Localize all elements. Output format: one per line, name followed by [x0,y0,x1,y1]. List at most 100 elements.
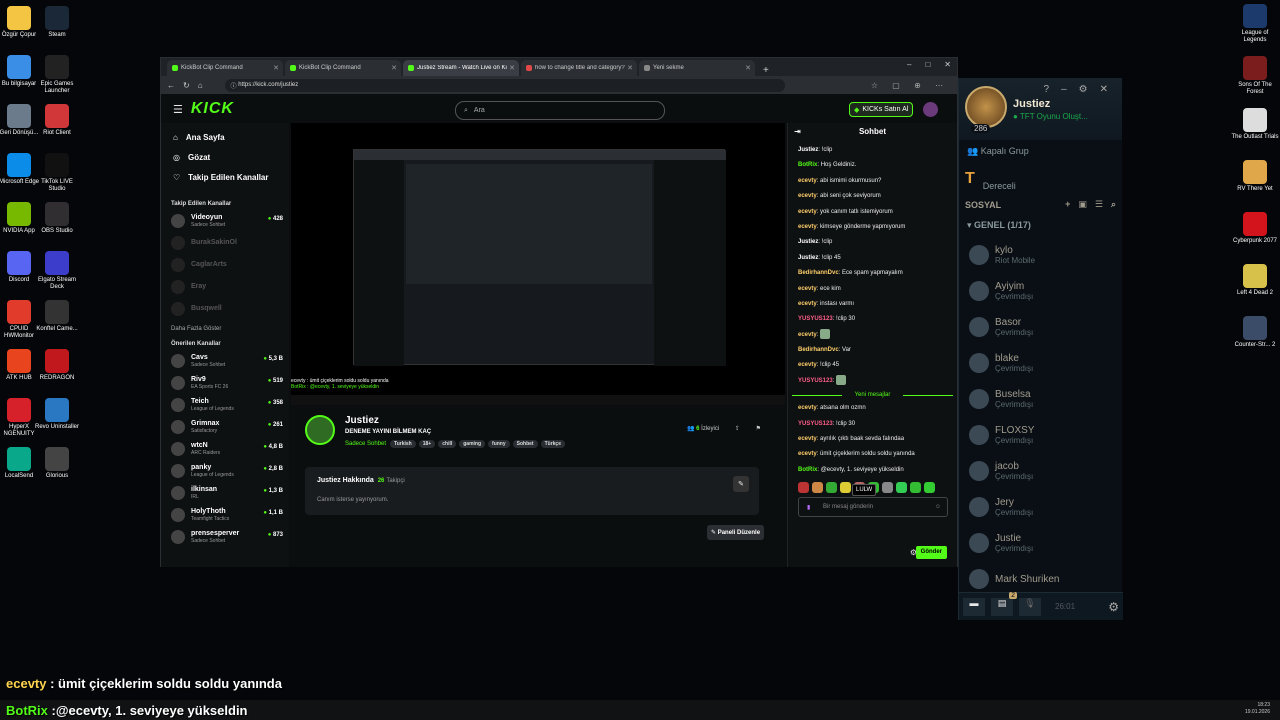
chat-username[interactable]: Justiez [798,255,818,261]
tag-chip[interactable]: Sohbet [512,440,538,448]
gear-icon[interactable]: ⚙ [1079,84,1088,95]
emote-icon[interactable] [798,482,809,494]
chat-username[interactable]: YUSYUS123 [798,316,833,322]
tag-chip[interactable]: gaming [459,440,486,448]
channel-item[interactable]: BurakSakinOl [161,232,289,254]
tab-1[interactable]: KickBot Clip Command ✕ [167,60,283,76]
desktop-icon[interactable]: REDRAGON [32,349,82,382]
channel-item[interactable]: HolyThothTeamfight Tactics 1,1 B [161,504,289,526]
tag-chip[interactable]: Turkish [390,440,416,448]
lol-ranked-row[interactable]: T Dereceli [959,163,1122,195]
lol-window-controls[interactable]: ? – ⚙ ✕ [1044,84,1108,95]
minimize-icon[interactable]: – [1061,84,1067,95]
chat-username[interactable]: Justiez [798,147,818,153]
channel-item[interactable]: TeichLeague of Legends 358 [161,394,289,416]
chat-username[interactable]: ecevty [798,286,817,292]
folder-icon[interactable]: ▣ [1078,199,1087,210]
friend-row[interactable]: FLOXSY Çevrimdışı [959,417,1122,453]
channel-item[interactable]: prensesperverSadece Sohbet 873 [161,526,289,548]
chat-username[interactable]: YUSYUS123 [798,378,833,384]
chat-username[interactable]: ecevty [798,451,817,457]
tab-4[interactable]: how to change title and category? ✕ [521,60,637,76]
friend-row[interactable]: jacob Çevrimdışı [959,453,1122,489]
streamer-avatar[interactable] [305,415,335,445]
chat-username[interactable]: ecevty [798,178,817,184]
user-avatar[interactable] [923,102,938,117]
share-icon[interactable]: ⇪ [735,426,740,432]
video-player[interactable]: ecevty : ümit çiçeklerim soldu soldu yan… [291,123,785,403]
channel-item[interactable]: Riv9EA Sports FC 26 519 [161,372,289,394]
friend-row[interactable]: Justie Çevrimdışı [959,525,1122,561]
emote-icon[interactable] [910,482,921,494]
channel-item[interactable]: CaglarArts [161,254,289,276]
channel-item[interactable]: pankyLeague of Legends 2,8 B [161,460,289,482]
close-icon[interactable]: ✕ [509,64,515,72]
channel-item[interactable]: Busqwell [161,298,289,320]
settings-icon[interactable]: ⚙ [1108,600,1119,614]
channel-item[interactable]: VideoyunSadece Sohbet 428 [161,210,289,232]
system-tray-clock[interactable]: 18:23 19.01.2026 [1245,702,1270,716]
tag-chip[interactable]: funny [488,440,510,448]
emote-icon[interactable] [812,482,823,494]
desktop-icon[interactable]: Epic Games Launcher [32,55,82,95]
chat-username[interactable]: ecevty [798,362,817,368]
new-tab-icon[interactable]: + [763,65,769,76]
send-button[interactable]: Gönder [915,546,947,559]
lol-group[interactable]: 👥 Kapalı Grup [959,140,1122,163]
chat-username[interactable]: ecevty [798,436,817,442]
desktop-icon[interactable]: Sons Of The Forest [1230,56,1280,96]
desktop-icon[interactable]: Konftel Came... [32,300,82,333]
friend-row[interactable]: Ayiyim Çevrimdışı [959,273,1122,309]
close-icon[interactable]: ✕ [391,64,397,72]
player-controls[interactable] [291,395,785,405]
edit-icon[interactable]: ✎ [733,476,749,492]
chat-input[interactable]: ▮ Bir mesaj gönderin ☺ [798,497,948,518]
desktop-icon[interactable]: Cyberpunk 2077 [1230,212,1280,245]
desktop-icon[interactable]: Glorious [32,447,82,480]
tag-chip[interactable]: Türkçe [540,440,565,448]
chat-username[interactable]: ecevty [798,332,817,338]
url-field[interactable]: ⓘ https://kick.com/justiez [224,78,785,92]
chat-icon[interactable]: ▬ [963,597,985,616]
missions-icon[interactable]: ▤ 2 [991,591,1017,616]
chat-username[interactable]: ecevty [798,405,817,411]
reload-icon[interactable]: ↻ [183,81,190,90]
desktop-icon[interactable]: Revo Uninstaller [32,398,82,431]
chat-username[interactable]: ecevty [798,301,817,307]
chat-username[interactable]: YUSYUS123 [798,421,833,427]
user-add-icon[interactable]: ⚑ [756,426,761,432]
channel-item[interactable]: Eray [161,276,289,298]
minimize-icon[interactable]: – [907,60,911,69]
edit-panel-button[interactable]: ✎ Paneli Düzenle [707,525,765,540]
desktop-icon[interactable]: Left 4 Dead 2 [1230,264,1280,297]
friend-row[interactable]: Jery Çevrimdışı [959,489,1122,525]
chat-username[interactable]: BotRix [798,162,817,168]
buy-kicks-button[interactable]: ◆ KICKs Satın Al [849,102,914,117]
channel-item[interactable]: GrimnaxSatisfactory 261 [161,416,289,438]
kick-logo[interactable]: KICK [191,100,234,118]
home-icon[interactable]: ⌂ [198,81,203,90]
search-input[interactable]: ⌕ Ara [455,101,665,120]
site-info-icon[interactable]: ⓘ [231,81,239,90]
tab-5[interactable]: Yeni sekme ✕ [639,60,755,76]
streamer-name[interactable]: Justiez [345,415,379,426]
desktop-icon[interactable]: RV There Yet [1230,160,1280,193]
stream-category[interactable]: Sadece Sohbet [345,441,386,447]
list-icon[interactable]: ☰ [1095,199,1103,210]
channel-item[interactable]: CavsSadece Sohbet 5,3 B [161,350,289,372]
desktop-icon[interactable]: Counter-Str... 2 [1230,316,1280,349]
add-friend-icon[interactable]: + [1065,199,1070,210]
chat-username[interactable]: ecevty [798,224,817,230]
tag-chip[interactable]: 18+ [418,440,436,448]
desktop-icon[interactable]: League of Legends [1230,4,1280,44]
desktop-icon[interactable]: OBS Studio [32,202,82,235]
desktop-icon[interactable]: Riot Client [32,104,82,137]
social-actions[interactable]: + ▣ ☰ ⌕ [1065,199,1116,210]
nav-item-0[interactable]: ⌂ Ana Sayfa [161,127,289,147]
emote-icon[interactable] [924,482,935,494]
browser-toolbar-icons[interactable]: ☆ ▢ ⊕ ⋯ [871,81,949,90]
lol-profile[interactable]: 286 Justiez ● TFT Oyunu Oluşt... ? – ⚙ ✕ [959,78,1122,140]
search-icon[interactable]: ⌕ [1111,199,1116,210]
menu-icon[interactable]: ☰ [173,103,183,116]
channel-item[interactable]: ilkinsanIRL 1,3 B [161,482,289,504]
